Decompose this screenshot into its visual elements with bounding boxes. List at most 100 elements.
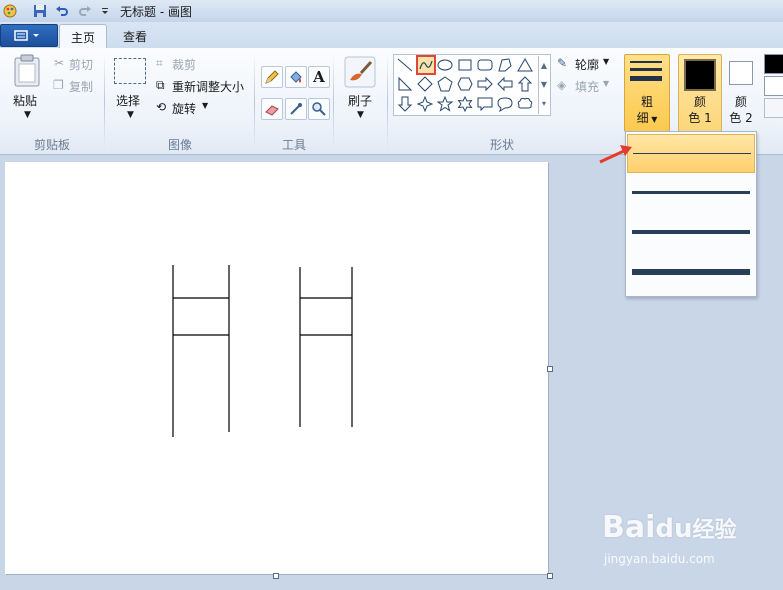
shape-rounded-rectangle-icon[interactable] (476, 56, 494, 74)
redo-icon[interactable] (77, 3, 93, 19)
size-option-3px[interactable] (627, 174, 755, 212)
paste-button[interactable] (12, 54, 44, 88)
paste-dropdown-icon[interactable]: ▼ (24, 110, 31, 120)
canvas-resize-handle-corner[interactable] (547, 573, 553, 579)
drawing-canvas[interactable] (5, 162, 548, 574)
tab-view[interactable]: 查看 (112, 24, 158, 48)
shape-right-arrow-icon[interactable] (476, 75, 494, 93)
shape-diamond-icon[interactable] (416, 75, 434, 93)
color1-label-1: 颜 (693, 95, 706, 109)
outline-button[interactable]: 轮廓 (575, 56, 599, 73)
copy-button[interactable]: 复制 (69, 78, 93, 95)
shape-oval-icon[interactable] (436, 56, 454, 74)
shape-curve-icon[interactable] (416, 55, 436, 75)
watermark-brand: 经验 (692, 518, 737, 543)
shape-left-arrow-icon[interactable] (496, 75, 514, 93)
shape-four-point-star-icon[interactable] (416, 95, 434, 113)
window-title: 无标题 - 画图 (120, 5, 192, 19)
canvas-resize-handle-bottom[interactable] (273, 573, 279, 579)
color2-button[interactable]: 颜 色 2 (722, 54, 760, 132)
rotate-dropdown-icon[interactable]: ▼ (202, 101, 208, 110)
select-button[interactable]: 选择 (116, 92, 140, 109)
shape-oval-callout-icon[interactable] (496, 95, 514, 113)
ribbon-tabs: 主页 查看 (0, 22, 783, 49)
shape-down-arrow-icon[interactable] (396, 95, 414, 113)
fill-button[interactable]: 填充 (575, 78, 599, 95)
color-picker-icon[interactable] (285, 98, 307, 120)
paste-label[interactable]: 粘贴 (13, 92, 37, 109)
app-icon[interactable] (2, 3, 18, 19)
rotate-icon: ⟲ (156, 100, 167, 114)
color1-swatch (684, 59, 716, 91)
qat-dropdown-icon[interactable] (97, 3, 113, 19)
tab-home[interactable]: 主页 (59, 24, 107, 49)
color2-swatch (729, 61, 753, 85)
clipboard-group-label: 剪贴板 (33, 138, 70, 152)
size-option-8px[interactable] (627, 253, 755, 291)
shape-pentagon-icon[interactable] (436, 75, 454, 93)
palette-swatch-black[interactable] (764, 54, 783, 74)
palette-swatch-empty[interactable] (764, 98, 783, 118)
shapes-gallery (393, 54, 551, 116)
shape-cloud-callout-icon[interactable] (516, 95, 534, 113)
gallery-scroll-down-icon[interactable]: ▼ (539, 75, 549, 94)
eraser-icon[interactable] (261, 98, 283, 120)
size-button[interactable]: 粗 细 ▼ (624, 54, 670, 132)
shapes-group-label: 形状 (489, 138, 514, 152)
fill-bucket-icon[interactable] (285, 66, 307, 88)
pencil-icon[interactable] (261, 66, 283, 88)
crop-icon: ⌗ (156, 56, 163, 70)
brushes-button[interactable]: 刷子 (348, 92, 372, 109)
shape-polygon-icon[interactable] (496, 56, 514, 74)
color1-button[interactable]: 颜 色 1 (678, 54, 722, 132)
color1-label-2: 色 1 (688, 111, 712, 125)
size-dropdown-icon: ▼ (648, 115, 658, 124)
color2-label-2: 色 2 (729, 111, 753, 125)
canvas-resize-handle-right[interactable] (547, 366, 553, 372)
outline-dropdown-icon[interactable]: ▼ (603, 57, 609, 66)
shape-hexagon-icon[interactable] (456, 75, 474, 93)
shape-right-triangle-icon[interactable] (396, 75, 414, 93)
size-option-5px[interactable] (627, 214, 755, 252)
title-bar: 无标题 - 画图 (0, 0, 783, 23)
resize-button[interactable]: 重新调整大小 (172, 78, 244, 95)
watermark-paw-icon: du (655, 514, 693, 544)
baidu-watermark: Baidu经验 jingyan.baidu.com (602, 510, 782, 580)
size-label-2: 细 (636, 111, 649, 125)
shape-rect-callout-icon[interactable] (476, 95, 494, 113)
brush-icon[interactable] (344, 56, 376, 88)
copy-icon: ❐ (53, 78, 64, 92)
gallery-scroll-up-icon[interactable]: ▲ (539, 56, 549, 75)
watermark-url: jingyan.baidu.com (604, 552, 715, 566)
rotate-button[interactable]: 旋转 (172, 100, 196, 117)
size-option-1px[interactable] (627, 134, 755, 173)
undo-icon[interactable] (54, 3, 70, 19)
watermark-bai: Bai (602, 510, 656, 545)
outline-icon: ✎ (557, 56, 568, 70)
resize-icon: ⧉ (156, 78, 165, 92)
palette-swatch-white[interactable] (764, 76, 783, 96)
size-label-1: 粗 (640, 95, 653, 109)
color2-label-1: 颜 (734, 95, 747, 109)
shape-six-point-star-icon[interactable] (456, 95, 474, 113)
file-menu-button[interactable] (0, 24, 58, 47)
text-tool-icon[interactable]: A (308, 66, 330, 88)
shape-triangle-icon[interactable] (516, 56, 534, 74)
brushes-dropdown-icon[interactable]: ▼ (357, 110, 364, 120)
shape-five-point-star-icon[interactable] (436, 95, 454, 113)
cut-icon: ✂ (54, 56, 65, 70)
shape-rectangle-icon[interactable] (456, 56, 474, 74)
gallery-expand-icon[interactable]: ▾ (539, 94, 549, 113)
image-group-label: 图像 (167, 138, 192, 152)
shape-up-arrow-icon[interactable] (516, 75, 534, 93)
fill-icon: ◈ (557, 78, 567, 92)
save-icon[interactable] (32, 3, 48, 19)
select-dropdown-icon[interactable]: ▼ (127, 110, 134, 120)
select-icon[interactable] (114, 58, 146, 84)
magnifier-icon[interactable] (308, 98, 330, 120)
cut-button[interactable]: 剪切 (69, 56, 93, 73)
fill-dropdown-icon[interactable]: ▼ (603, 79, 609, 88)
size-dropdown-menu (625, 131, 757, 297)
shape-line-icon[interactable] (396, 56, 414, 74)
crop-button[interactable]: 裁剪 (172, 56, 196, 73)
